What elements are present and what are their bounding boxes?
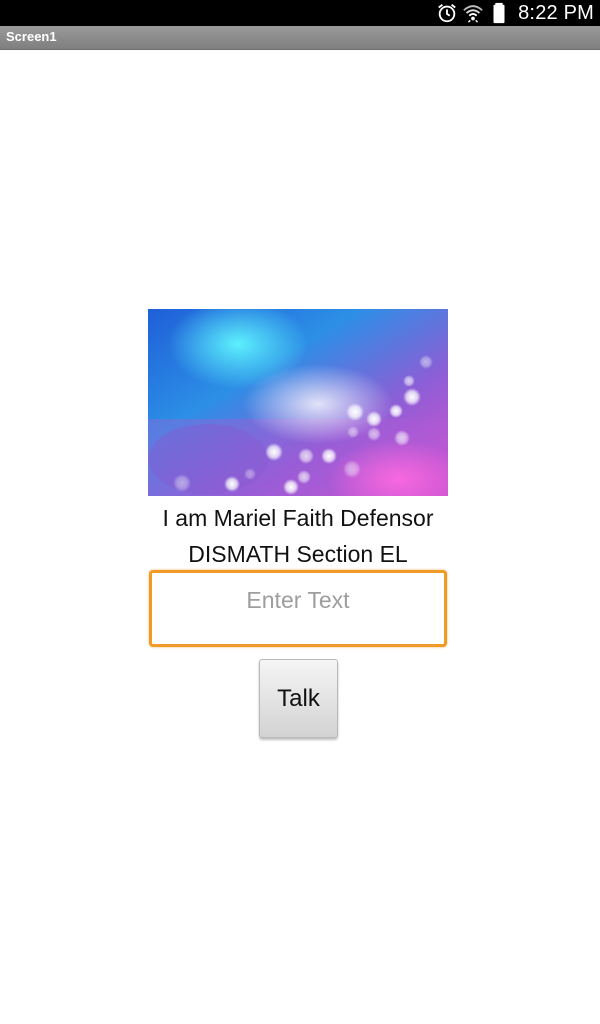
wifi-icon [463,5,483,23]
status-time: 8:22 PM [518,1,594,24]
bokeh-image [148,309,448,496]
battery-icon [493,2,505,24]
alarm-icon [438,4,456,23]
intro-label: I am Mariel Faith Defensor DISMATH Secti… [100,500,496,572]
status-bar: 8:22 PM [0,0,600,26]
talk-button[interactable]: Talk [259,659,338,738]
intro-line-1: I am Mariel Faith Defensor [162,505,434,531]
screen-title: Screen1 [6,29,57,44]
status-icons: 8:22 PM [436,0,594,26]
title-bar: Screen1 [0,26,600,50]
enter-text-input[interactable] [149,570,447,647]
intro-line-2: DISMATH Section EL [188,541,408,567]
